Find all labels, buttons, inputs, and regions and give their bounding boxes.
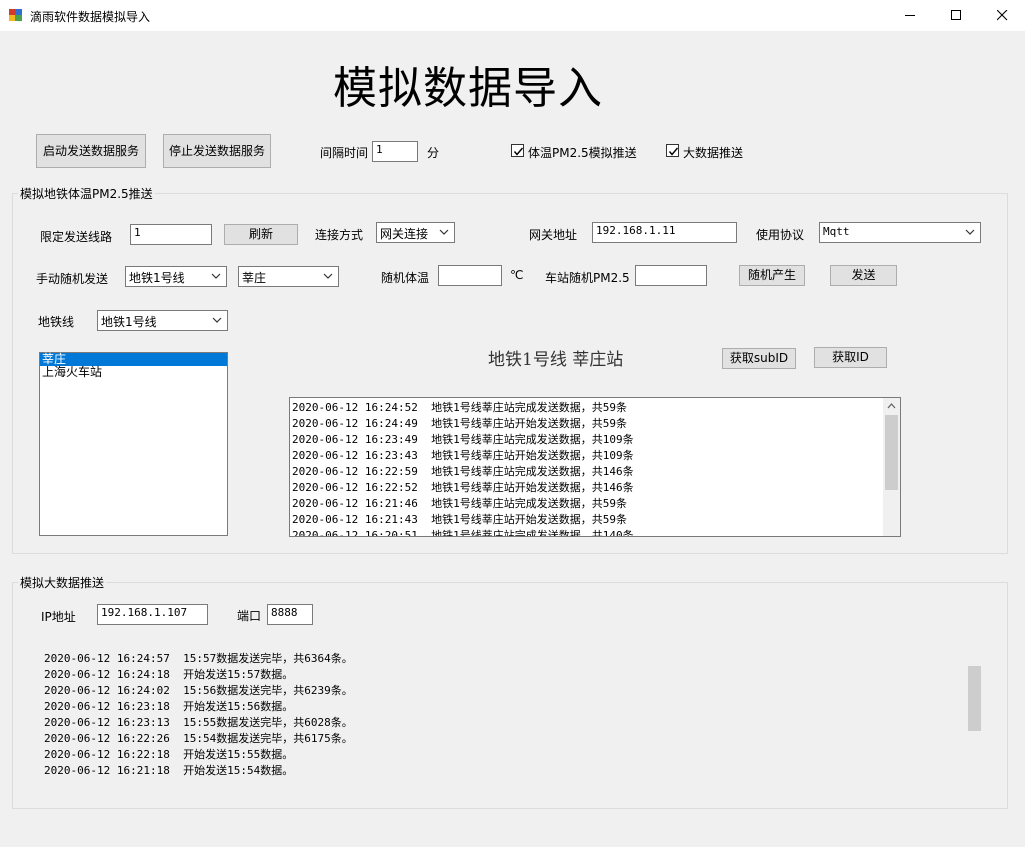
log-row: 2020-06-12 16:24:57 15:57数据发送完毕，共6364条。: [44, 652, 353, 665]
interval-input[interactable]: 1: [372, 141, 418, 162]
chevron-down-icon: [965, 229, 975, 235]
bigdata-push-label: 大数据推送: [683, 146, 744, 160]
station-pm25-input[interactable]: [635, 265, 707, 286]
log-row: 2020-06-12 16:21:43 地铁1号线莘庄站开始发送数据，共59条: [292, 513, 627, 526]
metro-log[interactable]: 2020-06-12 16:24:52 地铁1号线莘庄站完成发送数据，共59条 …: [289, 397, 901, 537]
manual-line-value: 地铁1号线: [129, 271, 185, 285]
bigdata-push-checkbox[interactable]: [666, 144, 679, 157]
manual-line-select[interactable]: 地铁1号线: [125, 266, 227, 287]
scroll-thumb[interactable]: [885, 415, 898, 490]
route-label: 限定发送线路: [40, 230, 113, 244]
maximize-icon: [951, 10, 961, 20]
scroll-thumb[interactable]: [968, 666, 981, 731]
chevron-down-icon: [211, 273, 221, 279]
manual-station-value: 莘庄: [242, 271, 267, 285]
log-row: 2020-06-12 16:22:59 地铁1号线莘庄站完成发送数据，共146条: [292, 465, 634, 478]
stop-service-button[interactable]: 停止发送数据服务: [163, 134, 271, 168]
minimize-button[interactable]: [887, 0, 933, 31]
ip-input[interactable]: 192.168.1.107: [97, 604, 208, 625]
bigdata-group-title: 模拟大数据推送: [18, 574, 107, 591]
port-input[interactable]: 8888: [267, 604, 313, 625]
pm25-push-checkbox[interactable]: [511, 144, 524, 157]
gateway-label: 网关地址: [529, 228, 578, 242]
pm25-push-label: 体温PM2.5模拟推送: [528, 146, 637, 160]
log-row: 2020-06-12 16:21:18 开始发送15:54数据。: [44, 764, 294, 777]
bigdata-log[interactable]: 2020-06-12 16:24:57 15:57数据发送完毕，共6364条。 …: [44, 651, 944, 781]
refresh-button[interactable]: 刷新: [224, 224, 298, 245]
metro-group-title: 模拟地铁体温PM2.5推送: [18, 185, 155, 202]
log-row: 2020-06-12 16:24:02 15:56数据发送完毕，共6239条。: [44, 684, 353, 697]
log-row: 2020-06-12 16:23:43 地铁1号线莘庄站开始发送数据，共109条: [292, 449, 634, 462]
gateway-input[interactable]: 192.168.1.11: [592, 222, 737, 243]
temp-unit: ℃: [510, 268, 524, 282]
protocol-select[interactable]: Mqtt: [819, 222, 981, 243]
station-pm25-label: 车站随机PM2.5: [545, 271, 630, 285]
window-title: 滴雨软件数据模拟导入: [30, 10, 151, 24]
log-row: 2020-06-12 16:20:51 地铁1号线莘庄站完成发送数据，共140条: [292, 529, 634, 537]
protocol-label: 使用协议: [756, 228, 805, 242]
maximize-button[interactable]: [933, 0, 979, 31]
log-row: 2020-06-12 16:22:52 地铁1号线莘庄站开始发送数据，共146条: [292, 481, 634, 494]
log-row: 2020-06-12 16:23:13 15:55数据发送完毕，共6028条。: [44, 716, 353, 729]
log-row: 2020-06-12 16:21:46 地铁1号线莘庄站完成发送数据，共59条: [292, 497, 627, 510]
random-generate-button[interactable]: 随机产生: [739, 265, 805, 286]
log-row: 2020-06-12 16:23:49 地铁1号线莘庄站完成发送数据，共109条: [292, 433, 634, 446]
metro-log-scrollbar[interactable]: [883, 398, 900, 536]
manual-send-label: 手动随机发送: [36, 272, 109, 286]
station-item[interactable]: 上海火车站: [40, 366, 227, 379]
station-listbox[interactable]: 莘庄 上海火车站: [39, 352, 228, 536]
bigdata-log-scrollbar[interactable]: [966, 666, 983, 759]
protocol-value: Mqtt: [823, 225, 850, 238]
log-row: 2020-06-12 16:22:26 15:54数据发送完毕，共6175条。: [44, 732, 353, 745]
checkmark-icon: [668, 147, 679, 156]
metro-line-select[interactable]: 地铁1号线: [97, 310, 228, 331]
app-icon: [9, 9, 22, 21]
interval-label: 间隔时间: [320, 146, 369, 160]
ip-label: IP地址: [41, 610, 76, 624]
interval-unit: 分: [427, 146, 440, 160]
get-id-button[interactable]: 获取ID: [814, 347, 887, 368]
metro-log-rows: 2020-06-12 16:24:52 地铁1号线莘庄站完成发送数据，共59条 …: [292, 400, 634, 537]
scroll-up-icon[interactable]: [887, 403, 896, 409]
station-title: 地铁1号线 莘庄站: [488, 350, 624, 370]
metro-line-value: 地铁1号线: [101, 315, 157, 329]
connection-value: 网关连接: [380, 227, 429, 241]
minimize-icon: [905, 15, 915, 16]
chevron-down-icon: [439, 229, 449, 235]
log-row: 2020-06-12 16:24:52 地铁1号线莘庄站完成发送数据，共59条: [292, 401, 627, 414]
get-subid-button[interactable]: 获取subID: [722, 348, 796, 369]
start-service-button[interactable]: 启动发送数据服务: [36, 134, 146, 168]
random-temp-label: 随机体温: [381, 271, 430, 285]
close-button[interactable]: [979, 0, 1025, 31]
page-heading: 模拟数据导入: [333, 63, 603, 114]
manual-station-select[interactable]: 莘庄: [238, 266, 339, 287]
chevron-down-icon: [323, 273, 333, 279]
title-bar: 滴雨软件数据模拟导入: [0, 0, 1025, 31]
checkmark-icon: [513, 147, 524, 156]
close-icon: [997, 10, 1008, 21]
random-temp-input[interactable]: [438, 265, 502, 286]
connection-select[interactable]: 网关连接: [376, 222, 455, 243]
log-row: 2020-06-12 16:24:49 地铁1号线莘庄站开始发送数据，共59条: [292, 417, 627, 430]
log-row: 2020-06-12 16:22:18 开始发送15:55数据。: [44, 748, 294, 761]
connection-label: 连接方式: [315, 228, 364, 242]
route-input[interactable]: 1: [130, 224, 212, 245]
send-button[interactable]: 发送: [830, 265, 897, 286]
log-row: 2020-06-12 16:24:18 开始发送15:57数据。: [44, 668, 294, 681]
metro-line-label: 地铁线: [38, 315, 75, 329]
chevron-down-icon: [212, 317, 222, 323]
port-label: 端口: [237, 609, 262, 623]
log-row: 2020-06-12 16:23:18 开始发送15:56数据。: [44, 700, 294, 713]
